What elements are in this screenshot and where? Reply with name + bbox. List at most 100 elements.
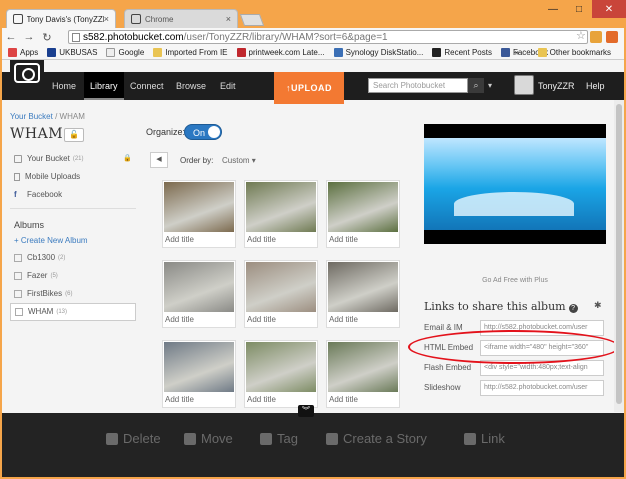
bookmark-google[interactable]: Google (106, 48, 144, 57)
bookmark-star-icon[interactable]: ☆ (576, 29, 586, 42)
scrollbar-thumb[interactable] (616, 104, 622, 404)
photobucket-logo[interactable] (10, 60, 44, 90)
add-title-link[interactable]: Add title (329, 315, 358, 324)
add-title-link[interactable]: Add title (165, 395, 194, 404)
tab-title: Chrome (145, 14, 174, 24)
page-icon (131, 14, 141, 24)
move-button[interactable]: Move (184, 431, 233, 446)
photo-image (164, 342, 234, 392)
photo-thumbnail[interactable]: Add title (326, 260, 400, 328)
delete-button[interactable]: Delete (106, 431, 161, 446)
photo-thumbnail[interactable]: Add title (162, 180, 236, 248)
order-select[interactable]: Custom ▾ (222, 156, 256, 165)
sidebar-item-facebook[interactable]: f Facebook (10, 186, 136, 204)
sidebar-item-fazer[interactable]: Fazer (5) (10, 267, 136, 285)
bookmark-imported[interactable]: Imported From IE (153, 48, 228, 57)
avatar[interactable] (514, 75, 534, 95)
sidebar-item-mobile-uploads[interactable]: Mobile Uploads (10, 168, 136, 186)
album-icon (14, 290, 22, 298)
add-title-link[interactable]: Add title (165, 315, 194, 324)
new-tab-button[interactable] (239, 14, 265, 26)
tab-chrome[interactable]: Chrome × (124, 9, 238, 28)
forward-icon[interactable]: → (20, 31, 38, 43)
album-icon (14, 272, 22, 280)
photo-thumbnail[interactable]: Add title (244, 340, 318, 408)
link-button[interactable]: Link (464, 431, 505, 446)
create-story-button[interactable]: Create a Story (326, 431, 427, 446)
lock-icon[interactable]: 🔓 (64, 128, 84, 142)
maximize-icon[interactable]: □ (566, 0, 592, 18)
facebook-icon: f (14, 190, 17, 199)
tab-strip: Tony Davis's (TonyZZR) W × Chrome × — □ … (0, 0, 626, 28)
breadcrumb-your-bucket[interactable]: Your Bucket (10, 112, 53, 121)
nav-home[interactable]: Home (46, 72, 82, 100)
tag-button[interactable]: Tag (260, 431, 298, 446)
video-player[interactable] (424, 124, 606, 244)
add-title-link[interactable]: Add title (247, 395, 276, 404)
photo-image (164, 262, 234, 312)
help-icon[interactable]: ? (568, 304, 578, 313)
add-title-link[interactable]: Add title (329, 395, 358, 404)
tab-photobucket[interactable]: Tony Davis's (TonyZZR) W × (6, 9, 116, 28)
add-title-link[interactable]: Add title (247, 235, 276, 244)
add-title-link[interactable]: Add title (165, 235, 194, 244)
bookmark-recent-posts[interactable]: Recent Posts (432, 48, 492, 57)
menu-icon[interactable] (606, 31, 618, 43)
organize-toggle[interactable]: On (184, 124, 222, 140)
gear-icon[interactable]: ✱ (594, 300, 602, 311)
sidebar-item-your-bucket[interactable]: Your Bucket (21) 🔒 (10, 150, 136, 168)
bookmarks-more[interactable]: » (515, 48, 519, 57)
bookmark-ukbusas[interactable]: UKBUSAS (47, 48, 97, 57)
address-bar[interactable]: s582.photobucket.com/user/TonyZZR/librar… (68, 30, 588, 44)
sidebar-item-cb1300[interactable]: Cb1300 (2) (10, 249, 136, 267)
photo-image (246, 182, 316, 232)
sidebar-item-firstbikes[interactable]: FirstBikes (6) (10, 285, 136, 303)
share-slideshow-field[interactable]: http://s582.photobucket.com/user (480, 380, 604, 396)
add-title-link[interactable]: Add title (247, 315, 276, 324)
back-icon[interactable]: ← (2, 31, 20, 43)
create-album-link[interactable]: + Create New Album (10, 233, 136, 249)
username[interactable]: TonyZZR (538, 72, 575, 100)
upload-button[interactable]: ↑ UPLOAD (274, 72, 344, 104)
close-tab-icon[interactable]: × (226, 14, 231, 24)
bookmark-printweek[interactable]: printweek.com Late... (236, 48, 325, 57)
close-window-icon[interactable]: ✕ (592, 0, 626, 18)
collapse-sidebar-icon[interactable]: ◀ (150, 152, 168, 168)
reload-icon[interactable]: ↻ (38, 31, 56, 44)
bookmark-synology[interactable]: Synology DiskStatio... (333, 48, 423, 57)
page-icon (106, 48, 116, 57)
nav-help[interactable]: Help (586, 72, 605, 100)
add-title-link[interactable]: Add title (329, 235, 358, 244)
photo-thumbnail[interactable]: Add title (162, 260, 236, 328)
nav-edit[interactable]: Edit (214, 72, 242, 100)
chevron-down-icon[interactable]: ︾ (298, 405, 314, 417)
scrollbar[interactable] (614, 100, 624, 412)
minimize-icon[interactable]: — (540, 0, 566, 18)
chevron-down-icon[interactable]: ▾ (488, 78, 492, 93)
search-input[interactable]: Search Photobucket (368, 78, 468, 93)
bookmark-apps[interactable]: Apps (8, 48, 38, 57)
bookmark-other[interactable]: Other bookmarks (537, 48, 611, 57)
nav-library[interactable]: Library (84, 72, 124, 100)
nav-browse[interactable]: Browse (170, 72, 212, 100)
photo-thumbnail[interactable]: Add title (326, 180, 400, 248)
url-host: s582.photobucket.com (83, 31, 184, 43)
arrow-right-icon (184, 432, 196, 445)
photo-thumbnail[interactable]: Add title (244, 180, 318, 248)
ad-free-link[interactable]: Go Ad Free with Plus (424, 277, 606, 284)
photo-thumbnail[interactable]: Add title (244, 260, 318, 328)
flag-icon (47, 48, 57, 57)
facebook-icon (500, 48, 510, 57)
search-icon[interactable]: ⌕ (468, 78, 484, 93)
action-bar: Delete Move Tag Create a Story Link (2, 413, 624, 477)
nav-connect[interactable]: Connect (124, 72, 170, 100)
tag-icon (260, 432, 272, 445)
photo-thumbnail[interactable]: Add title (326, 340, 400, 408)
photo-thumbnail[interactable]: Add title (162, 340, 236, 408)
albums-heading: Albums (14, 220, 45, 230)
extension-icon[interactable] (590, 31, 602, 43)
close-tab-icon[interactable]: × (104, 14, 109, 24)
sidebar-item-wham[interactable]: WHAM (13) (10, 303, 136, 321)
video-frame (424, 138, 606, 230)
annotation-circle (408, 330, 620, 364)
